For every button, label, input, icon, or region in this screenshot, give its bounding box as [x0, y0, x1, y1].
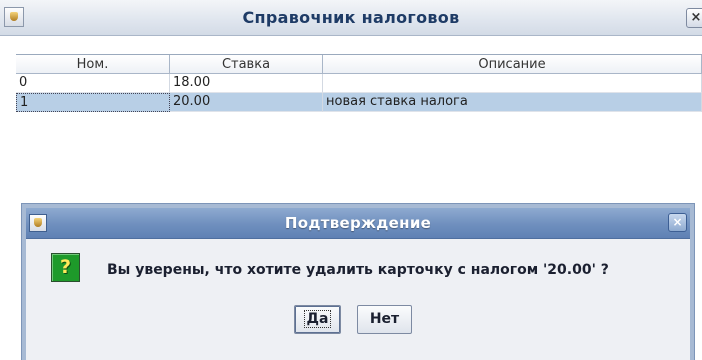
main-window-titlebar[interactable]: Справочник налоговов × [0, 0, 702, 36]
tax-table: Ном. Ставка Описание 0 18.00 1 20.00 нов… [16, 54, 702, 112]
close-icon[interactable]: × [686, 8, 702, 28]
column-header-description[interactable]: Описание [323, 55, 702, 74]
table-row[interactable]: 0 18.00 [16, 74, 702, 93]
yes-button[interactable]: Да [294, 305, 341, 334]
no-button[interactable]: Нет [357, 305, 412, 334]
cell-description[interactable] [323, 74, 702, 93]
table-row-selected[interactable]: 1 20.00 новая ставка налога [16, 93, 702, 112]
table-header-row: Ном. Ставка Описание [16, 55, 702, 74]
column-header-rate[interactable]: Ставка [170, 55, 323, 74]
confirmation-dialog: Подтверждение × ? Вы уверены, что хотите… [22, 204, 694, 360]
cell-rate[interactable]: 20.00 [170, 93, 323, 112]
dialog-close-icon[interactable]: × [668, 213, 687, 232]
column-header-number[interactable]: Ном. [16, 55, 170, 74]
dialog-title: Подтверждение [284, 214, 432, 232]
dialog-message: Вы уверены, что хотите удалить карточку … [107, 262, 609, 278]
question-icon: ? [51, 253, 80, 282]
cell-rate[interactable]: 18.00 [170, 74, 323, 93]
cell-number[interactable]: 1 [16, 93, 170, 112]
cell-number[interactable]: 0 [16, 74, 170, 93]
main-window-title: Справочник налоговов [242, 8, 460, 27]
dialog-titlebar[interactable]: Подтверждение × [26, 208, 690, 239]
cell-description[interactable]: новая ставка налога [323, 93, 702, 112]
